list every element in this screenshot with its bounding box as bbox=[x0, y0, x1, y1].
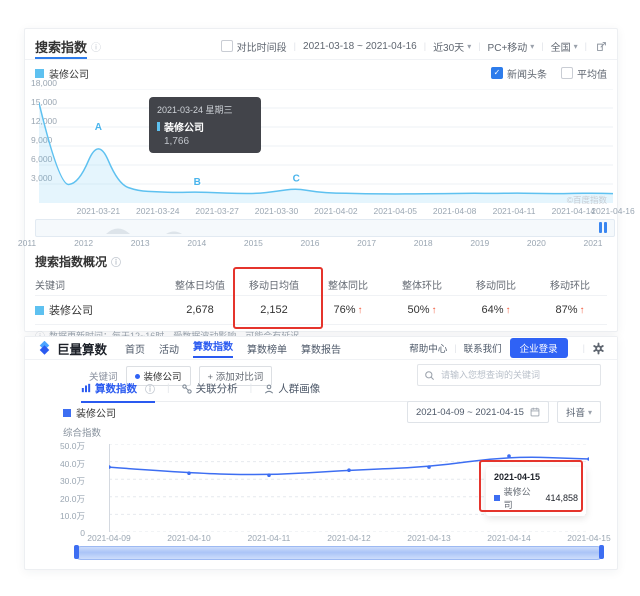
series-color-bar bbox=[157, 122, 160, 131]
series-color-swatch bbox=[63, 409, 71, 417]
chart-controls: 2021-04-09 ~ 2021-04-15 抖音▾ bbox=[407, 401, 601, 423]
svg-text:B: B bbox=[194, 177, 201, 188]
page-title: 搜索指数 bbox=[35, 37, 87, 56]
watermark: ©百度指数 bbox=[567, 194, 607, 206]
ocean-header: 巨量算数 首页 活动 算数指数 算数榜单 算数报告 帮助中心 | 联系我们 企业… bbox=[25, 337, 617, 360]
platform-select[interactable]: 抖音▾ bbox=[557, 401, 601, 423]
tooltip-series: 装修公司 414,858 bbox=[494, 485, 578, 511]
device-select[interactable]: PC+移动▾ bbox=[488, 39, 535, 54]
overview-section-title: 搜索指数概况ⓘ bbox=[35, 253, 121, 270]
info-icon: ⓘ bbox=[111, 254, 121, 269]
period-select[interactable]: 近30天▾ bbox=[433, 39, 471, 54]
brush-handle-left[interactable] bbox=[74, 545, 79, 559]
y-axis-labels: 010.0万20.0万30.0万40.0万50.0万 bbox=[51, 444, 85, 532]
unchecked-checkbox-icon bbox=[561, 67, 573, 79]
overview-table: 关键词 整体日均值 移动日均值 整体同比 整体环比 移动同比 移动环比 装修公司… bbox=[35, 273, 607, 325]
tooltip-date: 2021-03-24 星期三 bbox=[157, 103, 253, 116]
ocean-data-panel: 巨量算数 首页 活动 算数指数 算数榜单 算数报告 帮助中心 | 联系我们 企业… bbox=[24, 336, 618, 570]
search-index-chart[interactable]: A B C bbox=[39, 89, 613, 203]
series-color-swatch bbox=[35, 306, 44, 315]
overall-avg-cell: 2,678 bbox=[163, 304, 237, 316]
baidu-index-panel: 搜索指数 ⓘ 对比时间段 | 2021-03-18 ~ 2021-04-16 |… bbox=[24, 28, 618, 332]
up-arrow-icon: ↑ bbox=[432, 305, 437, 316]
tooltip-value: 414,858 bbox=[545, 493, 578, 503]
export-icon[interactable] bbox=[596, 41, 607, 52]
series-legend[interactable]: 装修公司 bbox=[63, 405, 116, 420]
series-legend[interactable]: 装修公司 bbox=[35, 66, 89, 81]
region-select[interactable]: 全国▾ bbox=[551, 39, 578, 54]
tab-index[interactable]: 算数指数ⓘ bbox=[81, 381, 155, 403]
baidu-header: 搜索指数 ⓘ 对比时间段 | 2021-03-18 ~ 2021-04-16 |… bbox=[35, 36, 607, 56]
tooltip-value: 1,766 bbox=[157, 136, 253, 147]
compare-label: 对比时间段 bbox=[237, 39, 287, 54]
nav-item-index[interactable]: 算数指数 bbox=[193, 338, 233, 358]
baidu-toolbar: 对比时间段 | 2021-03-18 ~ 2021-04-16 | 近30天▾ … bbox=[221, 39, 607, 54]
timeline-handle[interactable] bbox=[599, 222, 607, 233]
date-range-picker[interactable]: 2021-03-18 ~ 2021-04-16 bbox=[303, 41, 417, 52]
baidu-title-tab[interactable]: 搜索指数 ⓘ bbox=[35, 37, 101, 56]
news-toggle[interactable]: ✓新闻头条 bbox=[491, 66, 547, 81]
average-toggle[interactable]: 平均值 bbox=[561, 66, 607, 81]
x-axis-labels: 2021-04-092021-04-102021-04-112021-04-12… bbox=[109, 533, 589, 543]
page: 搜索指数 ⓘ 对比时间段 | 2021-03-18 ~ 2021-04-16 |… bbox=[0, 0, 640, 596]
tab-strip: 算数指数ⓘ | 关联分析 | 人群画像 bbox=[81, 381, 601, 402]
contact-us-link[interactable]: 联系我们 bbox=[464, 341, 502, 355]
brand-name: 巨量算数 bbox=[57, 339, 107, 358]
series-color-swatch bbox=[35, 69, 44, 78]
help-center-link[interactable]: 帮助中心 bbox=[409, 341, 447, 355]
range-brush-slider[interactable] bbox=[75, 546, 603, 560]
svg-text:C: C bbox=[293, 173, 300, 184]
chart-tooltip: 2021-03-24 星期三 装修公司 1,766 bbox=[149, 97, 261, 153]
nav-item-activity[interactable]: 活动 bbox=[159, 341, 179, 356]
svg-text:A: A bbox=[95, 122, 102, 133]
up-arrow-icon: ↑ bbox=[506, 305, 511, 316]
overall-mom-cell: 50%↑ bbox=[385, 304, 459, 316]
info-icon: ⓘ bbox=[145, 381, 155, 396]
person-icon bbox=[264, 384, 274, 394]
nav-item-home[interactable]: 首页 bbox=[125, 341, 145, 356]
chart-legend-row: 装修公司 ✓新闻头条 平均值 bbox=[35, 66, 607, 80]
overall-yoy-cell: 76%↑ bbox=[311, 304, 385, 316]
info-icon: ⓘ bbox=[91, 39, 101, 54]
search-icon bbox=[424, 370, 435, 381]
mobile-yoy-cell: 64%↑ bbox=[459, 304, 533, 316]
search-input[interactable] bbox=[439, 369, 594, 381]
chevron-down-icon: ▾ bbox=[530, 42, 534, 51]
mobile-mom-cell: 87%↑ bbox=[533, 304, 607, 316]
bar-chart-icon bbox=[81, 383, 91, 393]
timeline-year-labels: 2011 2012 2013 2014 2015 2016 2017 2018 … bbox=[27, 238, 593, 248]
ocean-engine-logo bbox=[37, 341, 52, 356]
tooltip-date: 2021-04-15 bbox=[494, 472, 578, 482]
tab-audience[interactable]: 人群画像 bbox=[264, 381, 320, 401]
chart-tooltip: 2021-04-15 装修公司 414,858 bbox=[486, 467, 586, 516]
timeline-mini-chart bbox=[36, 220, 612, 234]
compare-checkbox[interactable] bbox=[221, 40, 233, 52]
nav-item-rankings[interactable]: 算数榜单 bbox=[247, 341, 287, 356]
chevron-down-icon: ▾ bbox=[574, 42, 578, 51]
checked-checkbox-icon: ✓ bbox=[491, 67, 503, 79]
main-nav: 首页 活动 算数指数 算数榜单 算数报告 bbox=[125, 338, 341, 358]
gear-icon[interactable] bbox=[592, 342, 605, 355]
chevron-down-icon: ▾ bbox=[467, 42, 471, 51]
up-arrow-icon: ↑ bbox=[580, 305, 585, 316]
radio-dot-icon bbox=[135, 374, 140, 379]
mobile-avg-cell: 2,152 bbox=[237, 304, 311, 316]
chart-subtitle: 综合指数 bbox=[63, 425, 101, 439]
tab-relation[interactable]: 关联分析 bbox=[182, 381, 238, 401]
relation-icon bbox=[182, 384, 192, 394]
up-arrow-icon: ↑ bbox=[358, 305, 363, 316]
timeline-slider[interactable] bbox=[35, 219, 615, 237]
series-color-dot bbox=[494, 495, 500, 501]
keyword-cell: 装修公司 bbox=[35, 302, 163, 318]
calendar-icon bbox=[530, 407, 540, 417]
x-axis-labels: 2021-03-212021-03-242021-03-272021-03-30… bbox=[39, 206, 613, 216]
chevron-down-icon: ▾ bbox=[588, 408, 592, 417]
login-button[interactable]: 企业登录 bbox=[510, 338, 568, 358]
brush-handle-right[interactable] bbox=[599, 545, 604, 559]
tooltip-series: 装修公司 bbox=[157, 119, 253, 134]
date-range-picker[interactable]: 2021-04-09 ~ 2021-04-15 bbox=[407, 401, 549, 423]
table-row[interactable]: 装修公司 2,678 2,152 76%↑ 50%↑ 64%↑ 87%↑ bbox=[35, 296, 607, 325]
nav-item-reports[interactable]: 算数报告 bbox=[301, 341, 341, 356]
table-header-row: 关键词 整体日均值 移动日均值 整体同比 整体环比 移动同比 移动环比 bbox=[35, 273, 607, 296]
